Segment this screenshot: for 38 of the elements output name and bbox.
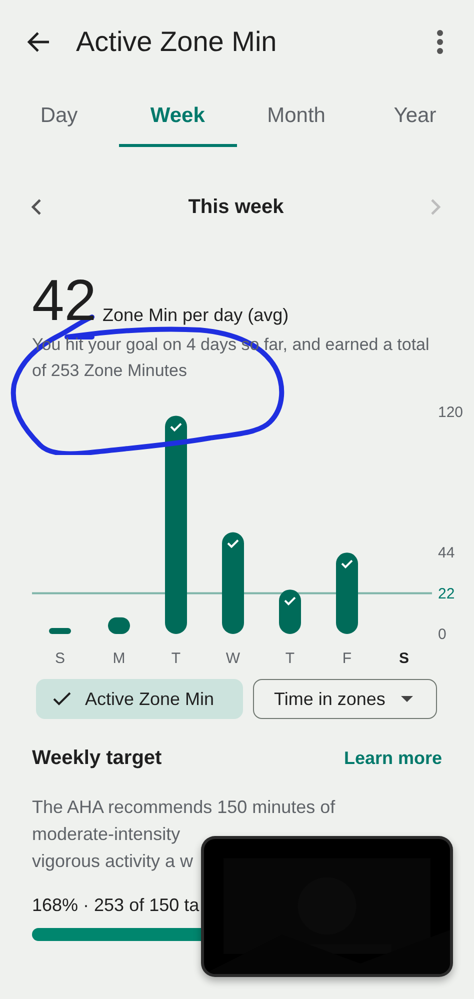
axis-tick: 22: [438, 585, 455, 602]
bar[interactable]: [279, 590, 301, 634]
day-label: S: [55, 650, 65, 667]
day-label: S: [399, 650, 409, 667]
period-label: This week: [188, 196, 284, 218]
bar[interactable]: [336, 552, 358, 634]
learn-more-link[interactable]: Learn more: [344, 748, 442, 769]
day-label: T: [171, 650, 181, 667]
previous-icon[interactable]: [30, 198, 42, 216]
more-menu-icon[interactable]: [436, 30, 444, 54]
period-tab[interactable]: Week: [118, 94, 237, 147]
page-title: Active Zone Min: [76, 26, 278, 58]
average-unit: Zone Min per day (avg): [102, 305, 289, 326]
check-icon: [53, 692, 71, 706]
progress-text: 168% · 253 of 150 ta: [31, 895, 200, 916]
period-tab[interactable]: Year: [356, 94, 474, 147]
axis-tick: 120: [438, 404, 464, 421]
day-label: M: [112, 650, 126, 667]
period-tab[interactable]: Month: [237, 94, 356, 147]
bar[interactable]: [108, 617, 130, 634]
period-tab[interactable]: Day: [0, 94, 118, 147]
day-label: W: [226, 650, 240, 667]
description-line: moderate-intensity: [32, 823, 180, 846]
day-label: T: [285, 650, 295, 667]
bar[interactable]: [49, 628, 71, 634]
axis-tick: 44: [438, 544, 455, 562]
bar[interactable]: [165, 416, 187, 634]
axis-tick: 0: [438, 626, 446, 643]
bar[interactable]: [222, 532, 244, 634]
section-title: Weekly target: [32, 747, 162, 770]
dropdown-caret-icon: [401, 696, 414, 702]
description-line: vigorous activity a w: [32, 850, 194, 873]
filter-chip[interactable]: Active Zone Min: [36, 679, 243, 719]
back-icon[interactable]: [26, 31, 50, 53]
description-line: The AHA recommends 150 minutes of: [32, 796, 336, 819]
day-label: F: [342, 650, 352, 667]
average-value: 42: [32, 276, 97, 326]
dropdown-chip[interactable]: Time in zones: [253, 679, 437, 719]
